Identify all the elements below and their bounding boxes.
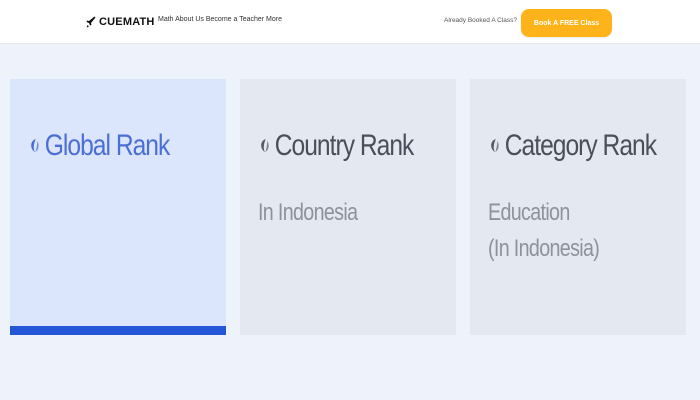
rank-icon [31,139,39,152]
card-subtitle: In Indonesia [258,195,358,231]
card-title: Global Rank [30,129,171,163]
category-rank-card[interactable]: Category Rank Education (In Indonesia) [470,79,686,335]
country-rank-card[interactable]: Country Rank In Indonesia [240,79,456,335]
global-rank-card[interactable]: Global Rank [10,79,226,335]
rank-icon [491,139,499,152]
card-title: Country Rank [260,129,415,163]
nav-links[interactable]: Math About Us Become a Teacher More [158,16,282,23]
book-free-class-button[interactable]: Book A FREE Class [521,9,612,37]
logo-text: CUEMATH [99,16,155,28]
cuemath-logo[interactable]: CUEMATH [86,14,155,30]
card-subtitle-line-2: (In Indonesia) [488,235,600,262]
already-booked-link[interactable]: Already Booked A Class? [444,17,517,24]
card-title-text: Global Rank [44,129,171,162]
rocket-icon [86,16,96,28]
active-indicator-bar [10,326,226,335]
card-title: Category Rank [490,129,657,163]
card-title-text: Category Rank [504,129,657,162]
rank-icon [261,139,269,152]
top-navigation-bar: CUEMATH Math About Us Become a Teacher M… [0,0,700,44]
card-title-text: Country Rank [274,129,415,162]
card-subtitle: Education (In Indonesia) [488,195,600,267]
card-subtitle-line: In Indonesia [258,199,358,226]
card-subtitle-line: Education [488,199,570,226]
